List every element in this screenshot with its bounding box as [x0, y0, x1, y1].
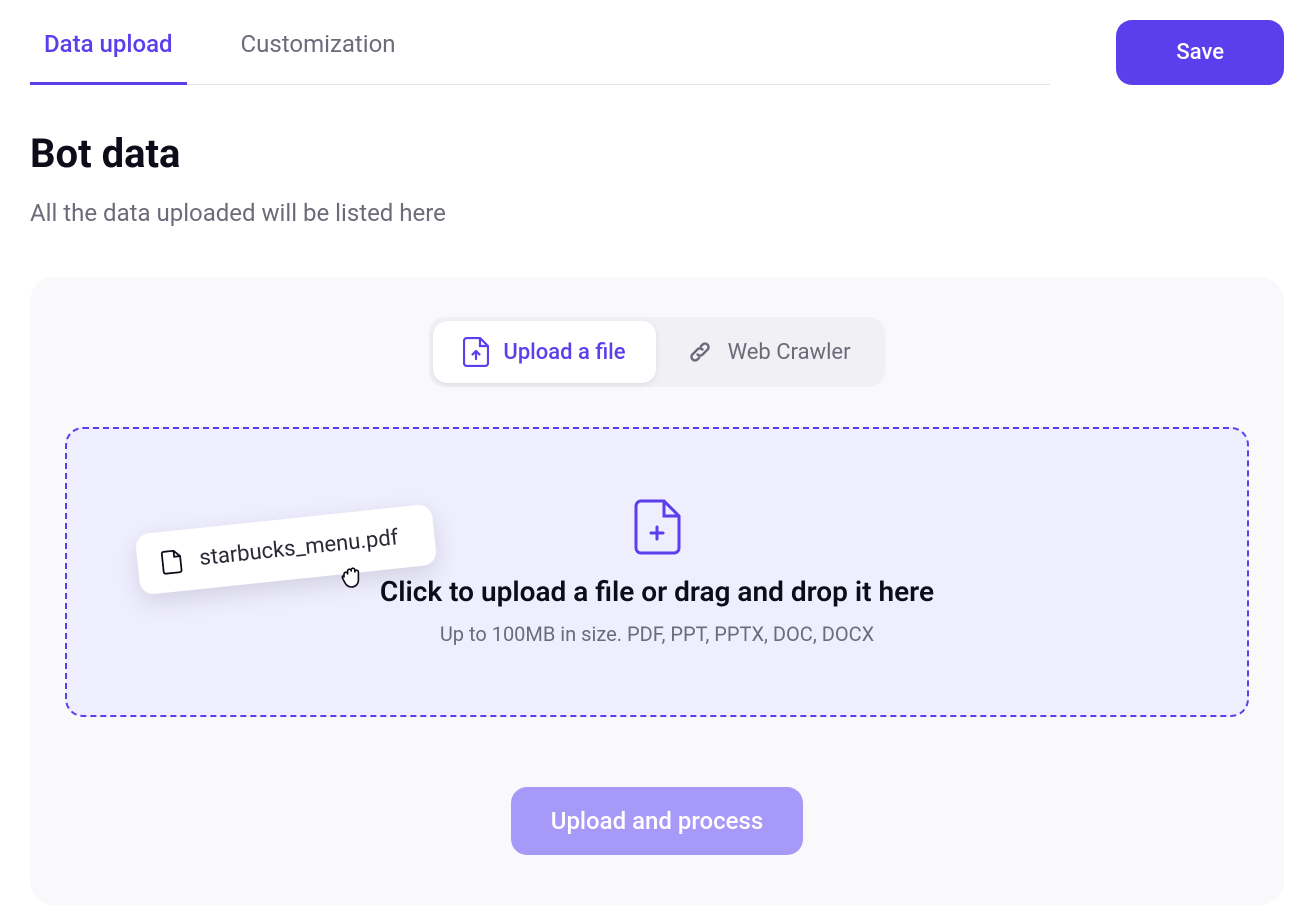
page-subtitle: All the data uploaded will be listed her…: [30, 199, 1284, 227]
save-button[interactable]: Save: [1116, 20, 1284, 85]
toggle-web-crawler-label: Web Crawler: [728, 340, 851, 365]
dropzone-title: Click to upload a file or drag and drop …: [380, 575, 934, 608]
file-dropzone[interactable]: Click to upload a file or drag and drop …: [65, 427, 1249, 717]
upload-card: Upload a file Web Crawler Click to upl: [30, 277, 1284, 905]
toggle-upload-file[interactable]: Upload a file: [433, 321, 655, 383]
tab-data-upload[interactable]: Data upload: [30, 20, 187, 85]
toggle-web-crawler[interactable]: Web Crawler: [656, 322, 881, 382]
dragged-file-name: starbucks_menu.pdf: [198, 525, 399, 571]
dropzone-subtitle: Up to 100MB in size. PDF, PPT, PPTX, DOC…: [440, 622, 874, 646]
tab-customization[interactable]: Customization: [227, 20, 410, 85]
toggle-upload-file-label: Upload a file: [503, 340, 625, 365]
tab-bar: Data upload Customization: [30, 20, 1050, 85]
file-upload-icon: [463, 337, 489, 367]
source-toggle: Upload a file Web Crawler: [429, 317, 884, 387]
file-icon: [160, 549, 182, 575]
page-title: Bot data: [30, 130, 1284, 177]
file-add-icon: [633, 499, 681, 555]
link-icon: [686, 338, 714, 366]
upload-process-button[interactable]: Upload and process: [511, 787, 804, 855]
grab-cursor-icon: [339, 564, 365, 590]
